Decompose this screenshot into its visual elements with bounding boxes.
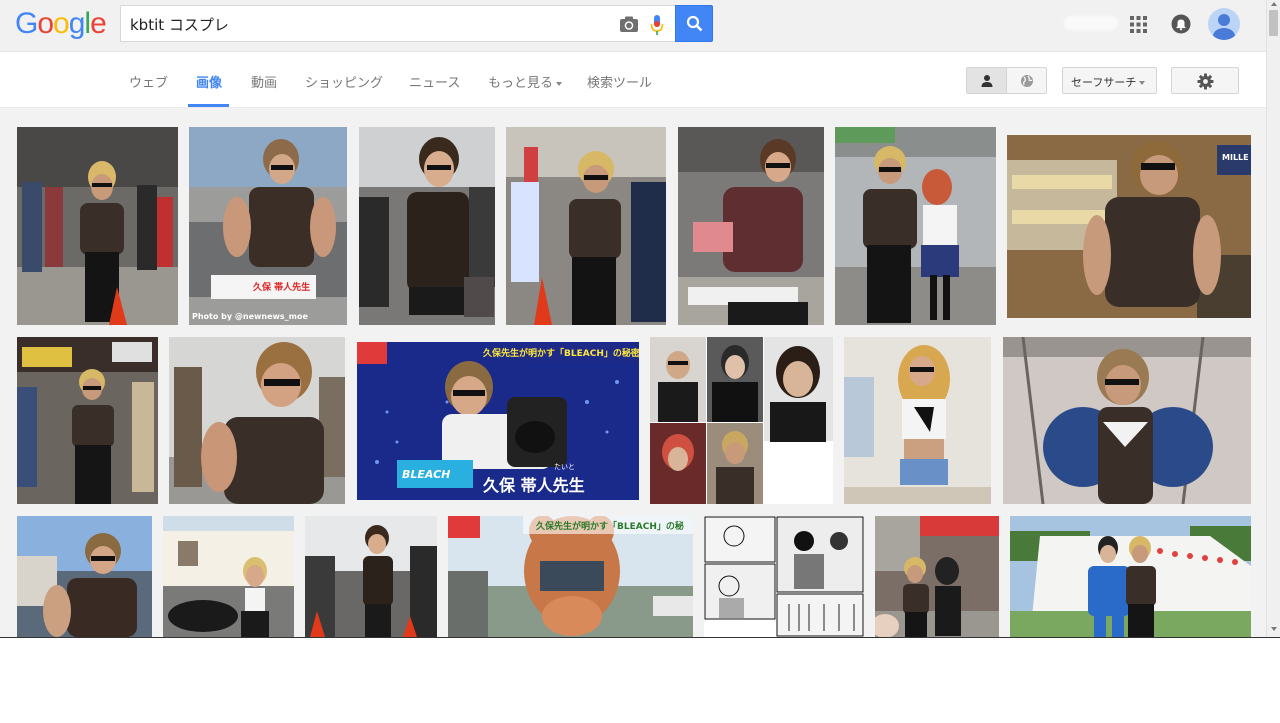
image-result[interactable] [835, 127, 996, 325]
scroll-down-arrow-icon[interactable] [1271, 627, 1277, 631]
image-result[interactable] [704, 516, 864, 637]
globe-icon [1021, 75, 1033, 87]
image-result[interactable] [650, 337, 833, 504]
chevron-down-icon [556, 81, 563, 86]
search-tabs-bar: ウェブ 画像 動画 ショッピング ニュース もっと見る 検索ツール セーフサーチ [0, 53, 1266, 108]
tab-search-tools[interactable]: 検索ツール [587, 72, 652, 91]
image-result[interactable]: 久保先生が明かす「BLEACH」の秘 [448, 516, 693, 637]
scroll-thumb[interactable] [1269, 10, 1278, 36]
image-result[interactable] [506, 127, 666, 325]
microphone-icon[interactable] [649, 13, 665, 37]
logo-letter: o [37, 7, 54, 40]
top-header: Google kbtit コスプレ [0, 0, 1266, 52]
image-results-grid: 久保 帯人先生 Photo by @newnews_moe MILLE 久保先生… [0, 108, 1266, 637]
scroll-up-arrow-icon[interactable] [1271, 2, 1277, 6]
tv-ruby-text: たいと [554, 463, 575, 471]
tv-name-caption: 久保 帯人先生 [483, 476, 585, 495]
account-avatar[interactable] [1208, 8, 1240, 40]
image-result[interactable] [1010, 516, 1251, 637]
search-input[interactable]: kbtit コスプレ [130, 14, 229, 35]
image-result[interactable] [875, 516, 999, 637]
sign-text: MILLE [1222, 153, 1249, 162]
image-result[interactable] [17, 516, 152, 637]
image-result[interactable] [1003, 337, 1251, 504]
apps-grid-icon[interactable] [1130, 16, 1147, 33]
search-box[interactable]: kbtit コスプレ [120, 5, 676, 42]
photo-credit: Photo by @newnews_moe [192, 312, 308, 321]
chevron-down-icon [1139, 81, 1146, 85]
image-result[interactable] [169, 337, 345, 504]
tab-more[interactable]: もっと見る [488, 72, 563, 91]
tab-shopping[interactable]: ショッピング [305, 72, 383, 91]
image-result[interactable]: 久保 帯人先生 Photo by @newnews_moe [189, 127, 347, 325]
bell-icon[interactable] [1171, 14, 1191, 34]
logo-letter: G [15, 7, 38, 40]
active-tab-indicator [188, 104, 229, 107]
tab-videos[interactable]: 動画 [251, 72, 277, 91]
gear-icon [1197, 73, 1214, 90]
settings-button[interactable] [1171, 67, 1239, 94]
search-button[interactable] [675, 5, 713, 42]
viewport-bottom-edge [0, 637, 1280, 638]
page-scrollbar[interactable] [1266, 0, 1280, 637]
user-name-redacted[interactable] [1064, 16, 1118, 30]
image-result[interactable] [305, 516, 437, 637]
tab-more-label: もっと見る [488, 76, 554, 91]
image-result[interactable]: 久保先生が明かす「BLEACH」の秘密 BLEACH たいと 久保 帯人先生 [357, 342, 639, 500]
image-result[interactable] [17, 127, 178, 325]
search-icon [686, 15, 703, 32]
camera-icon[interactable] [619, 15, 639, 33]
logo-letter: o [53, 7, 70, 40]
image-result[interactable] [163, 516, 294, 637]
tab-news[interactable]: ニュース [409, 72, 460, 91]
logo-letter: e [90, 7, 107, 40]
safesearch-label: セーフサーチ [1071, 76, 1137, 89]
image-result[interactable]: MILLE [1007, 135, 1251, 318]
safesearch-dropdown[interactable]: セーフサーチ [1062, 67, 1157, 94]
tv-headline: 久保先生が明かす「BLEACH」の秘密 [483, 349, 639, 359]
image-result[interactable] [844, 337, 991, 504]
image-result[interactable] [359, 127, 495, 325]
image-result[interactable] [678, 127, 824, 325]
logo-letter: g [68, 7, 86, 40]
image-result[interactable] [17, 337, 158, 504]
google-logo[interactable]: Google [15, 6, 107, 42]
tab-images[interactable]: 画像 [196, 72, 222, 91]
tab-web[interactable]: ウェブ [129, 72, 168, 91]
global-results-toggle[interactable] [1006, 67, 1047, 94]
personal-results-toggle[interactable] [966, 67, 1007, 94]
tv-headline: 久保先生が明かす「BLEACH」の秘 [536, 522, 684, 532]
image-caption: 久保 帯人先生 [253, 283, 311, 293]
tv-logo-text: BLEACH [402, 468, 451, 481]
person-icon [981, 75, 993, 87]
